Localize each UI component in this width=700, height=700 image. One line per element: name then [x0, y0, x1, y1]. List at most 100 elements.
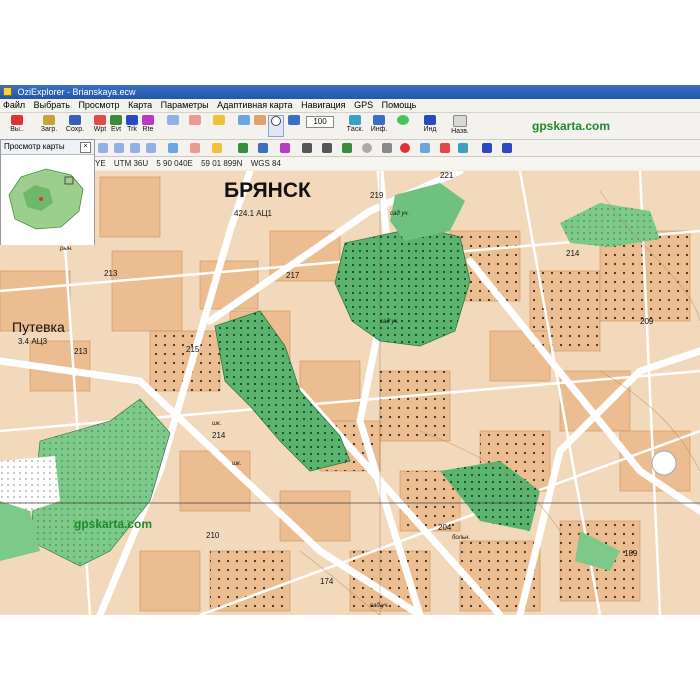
height-label: 213 [104, 269, 118, 278]
app-icon [3, 87, 12, 96]
tool-icon[interactable] [130, 143, 140, 153]
tool-icon[interactable] [342, 143, 352, 153]
name-icon [453, 115, 467, 127]
waypoint-icon [94, 115, 106, 125]
move-button[interactable] [252, 115, 268, 137]
task-icon [349, 115, 361, 125]
name-button[interactable]: Назв. [448, 115, 472, 137]
status-prefix: YE [95, 159, 106, 168]
overview-minimap[interactable] [1, 155, 94, 245]
secondary-toolbar [0, 140, 700, 157]
move-icon [254, 115, 266, 125]
tool-icon[interactable] [280, 143, 290, 153]
tool-icon[interactable] [502, 143, 512, 153]
select-area-button[interactable] [286, 115, 302, 137]
height-label: 174 [320, 577, 334, 586]
tool-icon[interactable] [190, 143, 200, 153]
tool-icon[interactable] [258, 143, 268, 153]
tool-icon[interactable] [458, 143, 468, 153]
tool-icon[interactable] [420, 143, 430, 153]
save-button[interactable]: Сохр. [62, 115, 88, 137]
main-toolbar: Вы.. Загр. Сохр. Wpt Evt Trk Rte 100 Тaс… [0, 113, 700, 140]
height-label: 210 [206, 531, 220, 540]
menu-gps[interactable]: GPS [351, 99, 376, 112]
status-zone: UTM 36U [113, 159, 149, 168]
menu-select[interactable]: Выбрать [31, 99, 73, 112]
info-button[interactable]: Инф. [368, 115, 390, 137]
tool-icon[interactable] [440, 143, 450, 153]
magnifier-button[interactable] [268, 115, 284, 137]
event-button[interactable]: Evt [108, 115, 124, 137]
height-label: 219 [370, 191, 384, 200]
status-easting: 5 90 040E [156, 159, 193, 168]
load-button[interactable]: Загр. [36, 115, 62, 137]
height-label: 214 [212, 431, 226, 440]
tool-icon[interactable] [98, 143, 108, 153]
exit-icon [11, 115, 23, 125]
brand-watermark-toolbar: gpskarta.com [532, 119, 611, 133]
waypoint-button[interactable]: Wpt [92, 115, 108, 137]
tool-icon[interactable] [212, 143, 222, 153]
tool-icon[interactable] [400, 143, 410, 153]
load-icon [43, 115, 55, 125]
menu-help[interactable]: Помощь [379, 99, 420, 112]
zoom-out-icon [189, 115, 201, 125]
event-icon [110, 115, 122, 125]
window-title: OziExplorer - Brianskaya.ecw [17, 87, 136, 97]
zoom-value: 100 [306, 116, 334, 128]
edit-button[interactable] [236, 115, 252, 137]
tool-icon[interactable] [322, 143, 332, 153]
menu-map[interactable]: Карта [125, 99, 155, 112]
city-label: БРЯНСК [224, 179, 311, 202]
route-button[interactable]: Rte [140, 115, 156, 137]
zoom-out-button[interactable] [186, 115, 204, 137]
exit-button[interactable]: Вы.. [4, 115, 30, 137]
zoom-in-button[interactable] [164, 115, 182, 137]
grid-button[interactable] [210, 115, 228, 137]
pan-button[interactable] [392, 115, 414, 137]
school-label: шк. [232, 461, 242, 467]
map-view[interactable]: БРЯНСК 424.1 АЦ1 Путевка 3.4 АЦ3 gpskart… [0, 171, 700, 615]
menu-file[interactable]: Файл [0, 99, 28, 112]
tool-icon[interactable] [114, 143, 124, 153]
track-icon [126, 115, 138, 125]
hospital-label: больн. [452, 535, 471, 541]
height-label: 214 [566, 249, 580, 258]
school-label: шк. [212, 421, 222, 427]
map-overview-panel[interactable]: Просмотр карты × [0, 139, 95, 245]
pan-arrows-icon [397, 115, 409, 125]
tool-icon[interactable] [482, 143, 492, 153]
menu-view[interactable]: Просмотр [75, 99, 122, 112]
garden-label: сад уч. [390, 211, 410, 217]
height-label: 221 [440, 171, 454, 180]
select-area-icon [288, 115, 300, 125]
garden-label: сад уч. [370, 603, 390, 609]
info-icon [373, 115, 385, 125]
tool-icon[interactable] [238, 143, 248, 153]
index-button[interactable]: Инд [420, 115, 440, 137]
height-label: 217 [286, 271, 300, 280]
height-label: 209 [640, 317, 654, 326]
map-canvas[interactable] [0, 171, 700, 615]
menu-navigation[interactable]: Навигация [298, 99, 348, 112]
height-label: 215 [186, 345, 200, 354]
magnifier-icon [271, 116, 281, 126]
zoom-select[interactable]: 100 [306, 115, 334, 137]
save-icon [69, 115, 81, 125]
route-icon [142, 115, 154, 125]
tool-icon[interactable] [362, 143, 372, 153]
height-label: 204 [438, 523, 452, 532]
tool-icon[interactable] [382, 143, 392, 153]
tool-icon[interactable] [168, 143, 178, 153]
overview-title: Просмотр карты [4, 142, 65, 151]
village-height-label: 3.4 АЦ3 [18, 337, 48, 346]
edit-icon [238, 115, 250, 125]
close-icon[interactable]: × [80, 142, 91, 153]
task-button[interactable]: Тaск. [344, 115, 366, 137]
tool-icon[interactable] [302, 143, 312, 153]
round-structure [651, 450, 677, 476]
tool-icon[interactable] [146, 143, 156, 153]
menu-settings[interactable]: Параметры [158, 99, 212, 112]
track-button[interactable]: Trk [124, 115, 140, 137]
menu-adaptive-map[interactable]: Адаптивная карта [214, 99, 295, 112]
